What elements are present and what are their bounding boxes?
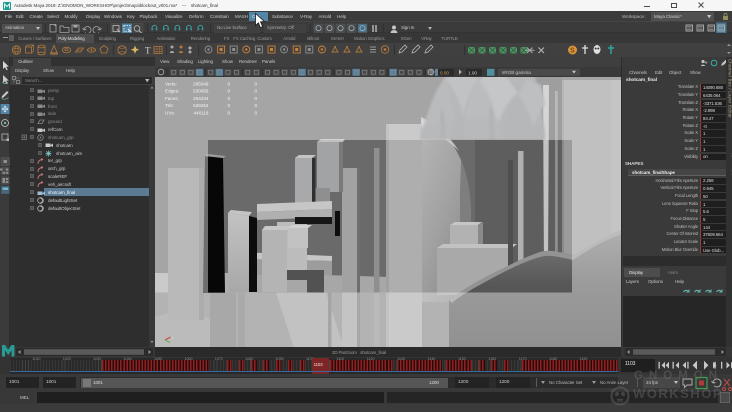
svg-text:S: S	[570, 48, 575, 55]
svg-text:Verts:: Verts:	[165, 81, 177, 86]
svg-text:0: 0	[254, 103, 257, 108]
svg-text:Faces:: Faces:	[165, 96, 179, 101]
svg-text:0: 0	[227, 96, 230, 101]
svg-text:Edges:: Edges:	[165, 89, 179, 94]
svg-text:0: 0	[254, 81, 257, 86]
svg-text:1.00: 1.00	[468, 70, 477, 75]
svg-text:0: 0	[227, 89, 230, 94]
svg-text:x: x	[172, 336, 174, 340]
svg-text:0.00: 0.00	[440, 70, 449, 75]
svg-text:0: 0	[227, 103, 230, 108]
svg-text:530056: 530056	[193, 89, 209, 94]
svg-text:T: T	[145, 46, 151, 56]
svg-text:0: 0	[227, 111, 230, 116]
svg-text:264234: 264234	[193, 96, 209, 101]
svg-text:0: 0	[227, 81, 230, 86]
svg-text:446118: 446118	[194, 111, 209, 116]
svg-text:0: 0	[254, 89, 257, 94]
svg-text:0: 0	[254, 111, 257, 116]
svg-text:528254: 528254	[193, 103, 209, 108]
svg-text:sRGB gamma: sRGB gamma	[502, 70, 531, 75]
svg-text:Tris:: Tris:	[165, 103, 174, 108]
svg-text:0: 0	[254, 96, 257, 101]
svg-text:UVs:: UVs:	[165, 111, 175, 116]
svg-text:265049: 265049	[193, 81, 209, 86]
